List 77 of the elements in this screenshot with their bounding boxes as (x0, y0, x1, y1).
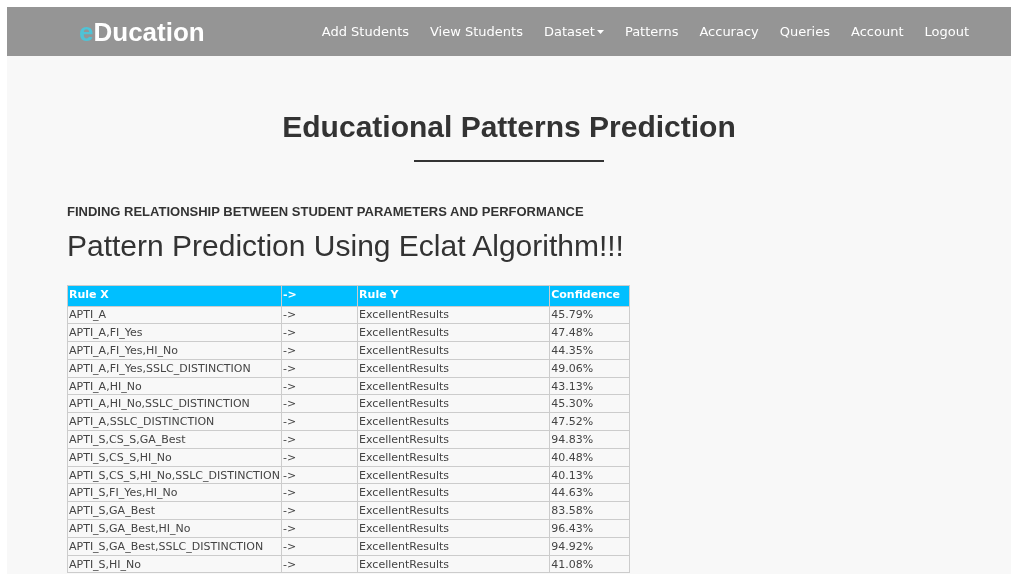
table-cell: ExcellentResults (357, 341, 550, 360)
nav-link[interactable]: View Students (430, 21, 523, 42)
table-cell: ExcellentResults (357, 501, 550, 520)
column-header: Confidence (549, 285, 630, 306)
table-cell: -> (281, 448, 358, 467)
table-cell: ExcellentResults (357, 448, 550, 467)
caret-icon (596, 29, 604, 34)
table-cell: APTI_A,FI_Yes,SSLC_DISTINCTION (67, 359, 282, 378)
table-cell: ExcellentResults (357, 483, 550, 502)
table-cell: -> (281, 483, 358, 502)
table-cell: 43.13% (549, 377, 630, 395)
table-cell: 40.13% (549, 466, 630, 484)
table-cell: APTI_S,CS_S,HI_No,SSLC_DISTINCTION (67, 466, 282, 484)
table-cell: 44.63% (549, 483, 630, 502)
nav-link[interactable]: Account (851, 21, 904, 42)
table-cell: -> (281, 377, 358, 395)
table-cell: APTI_S,CS_S,GA_Best (67, 430, 282, 449)
table-cell: -> (281, 537, 358, 556)
table-cell: APTI_A,HI_No,SSLC_DISTINCTION (67, 395, 282, 413)
table-cell: -> (281, 341, 358, 360)
column-header: Rule Y (357, 285, 550, 306)
table-cell: ExcellentResults (357, 359, 550, 378)
table-cell: -> (281, 395, 358, 413)
table-cell: APTI_S,GA_Best,SSLC_DISTINCTION (67, 537, 282, 556)
table-cell: APTI_S,CS_S,HI_No (67, 448, 282, 467)
column-header: Rule X (67, 285, 282, 306)
nav-link[interactable]: Add Students (321, 21, 409, 42)
table-cell: APTI_S,FI_Yes,HI_No (67, 483, 282, 502)
table-cell: 83.58% (549, 501, 630, 520)
table-cell: ExcellentResults (357, 519, 550, 538)
table-cell: APTI_A (67, 306, 282, 324)
table-cell: -> (281, 466, 358, 484)
table-cell: 45.79% (549, 306, 630, 324)
table-cell: ExcellentResults (357, 412, 550, 431)
table-cell: ExcellentResults (357, 537, 550, 556)
table-cell: APTI_S,GA_Best (67, 501, 282, 520)
page-title: Educational Patterns Prediction (281, 109, 737, 145)
table-cell: 49.06% (549, 359, 630, 378)
table-cell: 40.48% (549, 448, 630, 467)
table-cell: 45.30% (549, 395, 630, 413)
heading: Pattern Prediction Using Eclat Algorithm!!! (67, 228, 625, 264)
table-cell: APTI_A,HI_No (67, 377, 282, 395)
table-cell: 47.52% (549, 412, 630, 431)
subtitle: FINDING RELATIONSHIP BETWEEN STUDENT PARAMETERS AND PERFORMANCE (67, 202, 585, 221)
table-cell: 41.08% (549, 555, 630, 573)
table-cell: -> (281, 519, 358, 538)
logo[interactable]: eDucation (79, 18, 205, 45)
table-cell: -> (281, 412, 358, 431)
nav-link[interactable]: Queries (779, 21, 830, 42)
table-cell: ExcellentResults (357, 555, 550, 573)
dataset-dropdown[interactable]: Dataset (543, 21, 604, 42)
table-cell: -> (281, 323, 358, 342)
table-cell: -> (281, 555, 358, 573)
table-cell: ExcellentResults (357, 377, 550, 395)
table-cell: -> (281, 306, 358, 324)
table-cell: APTI_S,GA_Best,HI_No (67, 519, 282, 538)
nav-link[interactable]: Logout (924, 21, 969, 42)
table-cell: ExcellentResults (357, 430, 550, 449)
table-cell: APTI_A,FI_Yes (67, 323, 282, 342)
nav-link[interactable]: Patterns (624, 21, 679, 42)
table-cell: 44.35% (549, 341, 630, 360)
nav-link[interactable]: Accuracy (699, 21, 759, 42)
table-cell: -> (281, 501, 358, 520)
table-cell: 94.92% (549, 537, 630, 556)
table-cell: APTI_S,HI_No (67, 555, 282, 573)
table-cell: ExcellentResults (357, 395, 550, 413)
table-cell: ExcellentResults (357, 466, 550, 484)
table-cell: 96.43% (549, 519, 630, 538)
table-cell: 47.48% (549, 323, 630, 342)
table-cell: -> (281, 430, 358, 449)
table-cell: 94.83% (549, 430, 630, 449)
table-cell: ExcellentResults (357, 323, 550, 342)
column-header: -> (281, 285, 358, 306)
table-cell: -> (281, 359, 358, 378)
table-cell: APTI_A,FI_Yes,HI_No (67, 341, 282, 360)
table-cell: APTI_A,SSLC_DISTINCTION (67, 412, 282, 431)
table-cell: ExcellentResults (357, 306, 550, 324)
